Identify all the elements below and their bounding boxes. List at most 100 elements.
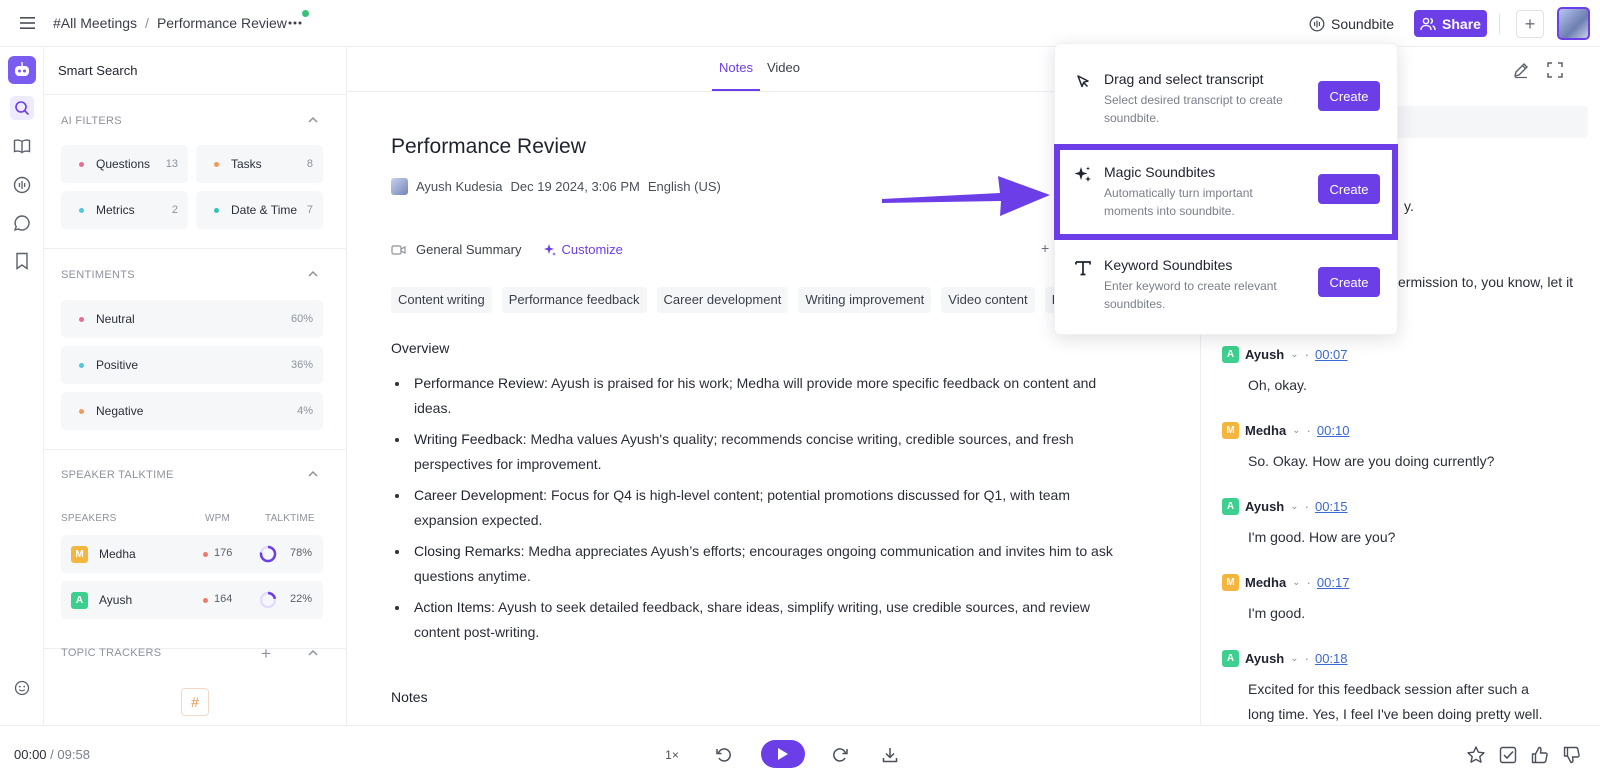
share-button[interactable]: Share [1414,10,1487,37]
tab-video[interactable]: Video [760,61,807,91]
customize-button[interactable]: Customize [543,242,623,257]
notes-heading: Notes [391,689,428,705]
summary-row: General Summary Customize [391,242,623,257]
sentiment-dot [79,316,84,322]
topic-tag[interactable]: Writing improvement [798,287,932,313]
filter-count: 2 [171,204,178,216]
timestamp-link[interactable]: 00:07 [1315,347,1348,362]
wpm-dot [203,552,208,557]
add-topic-icon[interactable]: + [261,644,271,664]
thumbs-down-icon[interactable] [1562,745,1584,767]
checkbox-icon[interactable] [1498,745,1520,767]
col-talktime: TALKTIME [265,513,315,524]
transcript-entry: M Medha ⌄ · 00:17 I'm good. [1222,573,1592,626]
transcript-fragment: ermission to, you know, let it [1398,274,1574,290]
separator-dot: · [1304,498,1309,514]
transcript-fragment: y. [1404,198,1414,214]
download-icon[interactable] [878,743,902,767]
transcript-text: I'm good. [1248,605,1306,621]
sentiment-label: Neutral [96,312,135,326]
speaker-talktime-percent: 78% [290,547,313,559]
playback-time: 00:00 / 09:58 [14,747,90,762]
transcript-text: So. Okay. How are you doing currently? [1248,453,1495,469]
sentiment-positive[interactable]: Positive 36% [61,346,323,384]
sentiment-neutral[interactable]: Neutral 60% [61,300,323,338]
create-keyword-soundbites-button[interactable]: Create [1318,267,1380,297]
thumbs-up-icon[interactable] [1530,745,1552,767]
chevron-up-icon[interactable] [306,467,320,481]
overview-item-title: Performance Review [414,375,544,391]
timestamp-link[interactable]: 00:15 [1315,499,1348,514]
bookmark-icon[interactable] [10,249,34,273]
soundbite-label: Soundbite [1331,16,1395,32]
topic-tag[interactable]: Video content [941,287,1035,313]
speaker-badge: M [1222,421,1239,439]
panel-title: Smart Search [58,63,138,78]
soundbite-button[interactable]: Soundbite [1309,13,1394,35]
filter-label: Date & Time [231,203,298,217]
app-logo-icon[interactable] [8,56,36,84]
book-icon[interactable] [10,134,34,158]
filter-count: 8 [306,158,313,170]
create-drag-select-button[interactable]: Create [1318,81,1380,111]
forward-icon[interactable] [828,743,852,767]
play-button[interactable] [761,740,805,768]
option-drag-select: Drag and select transcript Select desire… [1055,44,1399,136]
chevron-down-icon[interactable]: ⌄ [1292,425,1300,436]
tab-notes[interactable]: Notes [712,61,760,91]
topbar-divider [1499,14,1500,34]
chevron-up-icon[interactable] [306,267,320,281]
speaker-name[interactable]: Medha [1245,423,1286,438]
speaker-row-ayush[interactable]: A Ayush 164 22% [61,581,323,619]
sentiment-dot [79,408,84,414]
chat-bubble-icon[interactable] [10,211,34,235]
filter-tasks[interactable]: Tasks 8 [196,145,323,183]
hamburger-menu-icon[interactable] [19,15,37,31]
speaker-name: Ayush [99,593,133,607]
timestamp-link[interactable]: 00:10 [1317,423,1350,438]
chevron-up-icon[interactable] [306,646,320,660]
divider [44,94,346,95]
user-avatar[interactable] [1557,7,1590,40]
option-keyword-soundbites: Keyword Soundbites Enter keyword to crea… [1055,230,1399,322]
chevron-down-icon[interactable]: ⌄ [1290,501,1298,512]
meeting-language: English (US) [647,179,721,194]
filter-questions[interactable]: Questions 13 [61,145,188,183]
speaker-name[interactable]: Ayush [1245,347,1284,362]
topic-tag[interactable]: Career development [656,287,789,313]
topic-trackers-heading: TOPIC TRACKERS [61,647,162,659]
speaker-row-medha[interactable]: M Medha 176 78% [61,535,323,573]
soundwave-icon[interactable] [10,173,34,197]
option-title: Magic Soundbites [1104,164,1216,180]
chevron-down-icon[interactable]: ⌄ [1290,349,1298,360]
option-magic-soundbites: Magic Soundbites Automatically turn impo… [1055,137,1399,229]
meeting-meta: Ayush Kudesia Dec 19 2024, 3:06 PM Engli… [391,178,721,195]
speaker-name[interactable]: Ayush [1245,651,1284,666]
breadcrumb-all-meetings[interactable]: #All Meetings [53,15,137,31]
filter-metrics[interactable]: Metrics 2 [61,191,188,229]
create-magic-soundbites-button[interactable]: Create [1318,174,1380,204]
chevron-up-icon[interactable] [306,113,320,127]
speaker-name[interactable]: Medha [1245,575,1286,590]
rewind-icon[interactable] [712,743,736,767]
summary-type-select[interactable]: General Summary [416,242,521,257]
fullscreen-icon[interactable] [1546,61,1564,79]
chevron-down-icon[interactable]: ⌄ [1290,653,1298,664]
wpm-dot [203,598,208,603]
timestamp-link[interactable]: 00:17 [1317,575,1350,590]
edit-pencil-icon[interactable] [1512,61,1530,79]
add-button[interactable]: + [1516,10,1544,38]
topic-tag[interactable]: Performance feedback [501,287,647,313]
smiley-icon[interactable] [10,676,34,700]
transcript-entry: A Ayush ⌄ · 00:07 Oh, okay. [1222,345,1592,398]
speed-button[interactable]: 1× [660,743,684,767]
sentiment-negative[interactable]: Negative 4% [61,392,323,430]
star-icon[interactable] [1466,745,1488,767]
chevron-down-icon[interactable]: ⌄ [1292,577,1300,588]
search-icon[interactable] [10,96,34,120]
timestamp-link[interactable]: 00:18 [1315,651,1348,666]
speaker-name[interactable]: Ayush [1245,499,1284,514]
add-summary-icon[interactable]: + [1041,240,1049,256]
topic-tag[interactable]: Content writing [391,287,492,313]
filter-date-time[interactable]: Date & Time 7 [196,191,323,229]
